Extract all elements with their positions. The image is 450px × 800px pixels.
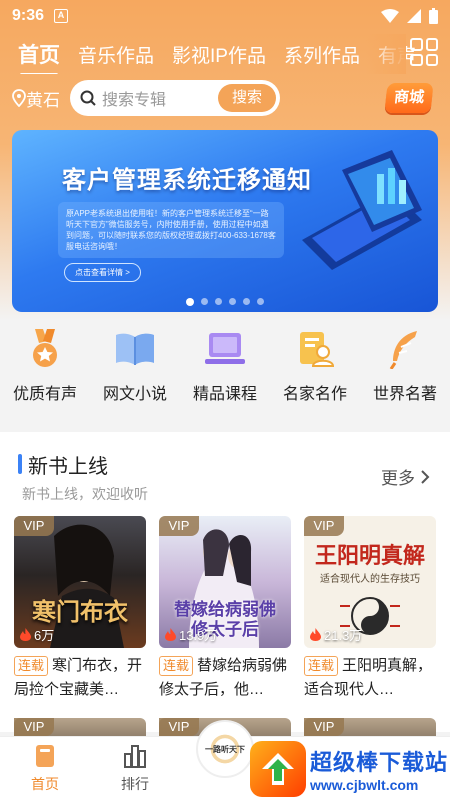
category-world-classics[interactable]: 世界名著 bbox=[362, 328, 448, 412]
search-icon bbox=[80, 90, 96, 106]
status-time: 9:36 bbox=[12, 7, 45, 24]
wifi-icon bbox=[381, 9, 399, 23]
book-title-line: 连载 替嫁给病弱佛修太子后，他… bbox=[159, 654, 291, 702]
fire-icon bbox=[165, 628, 176, 641]
laptop-icon bbox=[204, 328, 246, 370]
category-label: 名家名作 bbox=[282, 386, 347, 403]
nav-home[interactable]: 首页 bbox=[0, 737, 90, 800]
location-label: 黄石 bbox=[26, 90, 60, 110]
watermark-url: www.cjbwlt.com bbox=[310, 777, 419, 793]
play-count-value: 6万 bbox=[34, 628, 55, 643]
site-watermark: 超级棒下载站 www.cjbwlt.com bbox=[250, 738, 450, 800]
banner-detail-button[interactable]: 点击查看详情 > bbox=[64, 263, 141, 282]
player-disc: 一路听天下 bbox=[200, 724, 250, 774]
location-selector[interactable]: 黄石 bbox=[12, 86, 60, 111]
nav-label: 首页 bbox=[31, 775, 59, 792]
vip-badge: VIP bbox=[14, 516, 54, 536]
pager-dot[interactable] bbox=[201, 298, 208, 305]
author-icon bbox=[294, 328, 336, 370]
category-web-novel[interactable]: 网文小说 bbox=[92, 328, 178, 412]
download-site-logo-icon bbox=[250, 741, 306, 797]
book-icon bbox=[114, 328, 156, 370]
new-books-section: 新书上线 新书上线，欢迎收听 更多 寒门布衣 VIP 6万 连载 寒门布衣，开局捡… bbox=[0, 432, 450, 732]
book-cover[interactable]: 寒门布衣 VIP 6万 bbox=[14, 516, 146, 648]
vip-badge: VIP bbox=[159, 718, 199, 736]
tab-home[interactable]: 首页 bbox=[18, 39, 60, 74]
book-title-line: 连载 寒门布衣，开局捡个宝藏美… bbox=[14, 654, 146, 702]
book-title-line: 连载 王阳明真解，适合现代人… bbox=[304, 654, 436, 702]
vip-badge: VIP bbox=[304, 718, 344, 736]
section-accent-bar bbox=[18, 454, 22, 474]
battery-icon bbox=[429, 8, 438, 24]
nav-ranking[interactable]: 排行 bbox=[90, 737, 180, 800]
fire-icon bbox=[20, 628, 31, 641]
section-title: 新书上线 bbox=[28, 456, 108, 478]
book-card[interactable]: 王阳明真解 适合现代人的生存技巧 VIP 21.3万 连载 王阳明真解，适合现代人… bbox=[304, 516, 436, 702]
tabs-fade bbox=[366, 34, 406, 74]
vip-badge: VIP bbox=[304, 516, 344, 536]
watermark-title: 超级棒下载站 bbox=[310, 750, 449, 775]
ranking-icon bbox=[124, 744, 146, 768]
fire-icon bbox=[310, 628, 321, 641]
search-input[interactable]: 搜索专辑 搜索 bbox=[70, 80, 280, 116]
search-button[interactable]: 搜索 bbox=[218, 84, 276, 112]
play-count-value: 13.9万 bbox=[179, 628, 218, 643]
app-notification-icon: A bbox=[54, 9, 69, 23]
category-quality-audio[interactable]: 优质有声 bbox=[2, 328, 88, 412]
all-categories-icon[interactable] bbox=[410, 38, 438, 66]
search-row: 黄石 搜索专辑 搜索 商城 bbox=[0, 78, 450, 118]
banner-pager bbox=[12, 298, 438, 306]
book-cover[interactable]: 王阳明真解 适合现代人的生存技巧 VIP 21.3万 bbox=[304, 516, 436, 648]
vip-badge: VIP bbox=[159, 516, 199, 536]
tab-music[interactable]: 音乐作品 bbox=[78, 41, 154, 68]
serial-tag: 连载 bbox=[304, 656, 339, 676]
category-label: 优质有声 bbox=[12, 386, 77, 403]
home-icon bbox=[36, 744, 54, 767]
pager-dot[interactable] bbox=[243, 298, 250, 305]
search-placeholder: 搜索专辑 bbox=[102, 92, 167, 109]
cover-title: 寒门布衣 bbox=[32, 599, 128, 626]
pager-dot[interactable] bbox=[186, 298, 194, 306]
tab-film-ip[interactable]: 影视IP作品 bbox=[172, 41, 266, 68]
tab-series[interactable]: 系列作品 bbox=[284, 41, 360, 68]
location-pin-icon bbox=[12, 89, 26, 107]
mall-button[interactable]: 商城 bbox=[384, 83, 434, 113]
feather-icon bbox=[384, 328, 426, 370]
category-grid: 优质有声 网文小说 精品课程 名家名作 世界名著 bbox=[0, 328, 450, 412]
pager-dot[interactable] bbox=[215, 298, 222, 305]
serial-tag: 连载 bbox=[159, 656, 194, 676]
category-label: 精品课程 bbox=[192, 386, 257, 403]
chevron-right-icon bbox=[421, 469, 430, 484]
play-count: 13.9万 bbox=[165, 625, 217, 644]
play-count: 21.3万 bbox=[310, 625, 362, 644]
serial-tag: 连载 bbox=[14, 656, 49, 676]
category-masterworks[interactable]: 名家名作 bbox=[272, 328, 358, 412]
player-disc-button[interactable]: 一路听天下 bbox=[196, 720, 254, 778]
banner-body: 原APP老系统退出使用啦！新的客户管理系统迁移至“一路听天下官方”微信服务号，内… bbox=[58, 202, 284, 258]
promo-banner[interactable]: 客户管理系统迁移通知 原APP老系统退出使用啦！新的客户管理系统迁移至“一路听天… bbox=[12, 130, 438, 312]
book-cover[interactable]: 替嫁给病弱佛修太子后 VIP 13.9万 bbox=[159, 516, 291, 648]
category-courses[interactable]: 精品课程 bbox=[182, 328, 268, 412]
section-subtitle: 新书上线，欢迎收听 bbox=[22, 486, 148, 502]
more-link[interactable]: 更多 bbox=[381, 464, 430, 489]
pager-dot[interactable] bbox=[229, 298, 236, 305]
book-list: 寒门布衣 VIP 6万 连载寒门布衣，开局捡个宝藏美… 替嫁给病弱佛修太子后 bbox=[14, 516, 436, 702]
book-card[interactable]: 寒门布衣 VIP 6万 连载 寒门布衣，开局捡个宝藏美… bbox=[14, 516, 146, 702]
vip-badge: VIP bbox=[14, 718, 54, 736]
signal-icon bbox=[407, 9, 421, 23]
category-label: 世界名著 bbox=[372, 386, 437, 403]
banner-title: 客户管理系统迁移通知 bbox=[62, 167, 312, 194]
play-count: 6万 bbox=[20, 625, 54, 644]
pager-dot[interactable] bbox=[257, 298, 264, 305]
nav-label: 排行 bbox=[121, 775, 149, 792]
play-count-value: 21.3万 bbox=[324, 628, 363, 643]
book-card[interactable]: 替嫁给病弱佛修太子后 VIP 13.9万 连载 替嫁给病弱佛修太子后，他… bbox=[159, 516, 291, 702]
status-bar: 9:36 A bbox=[0, 0, 450, 32]
medal-icon bbox=[24, 328, 66, 370]
category-label: 网文小说 bbox=[102, 386, 167, 403]
more-label: 更多 bbox=[381, 469, 415, 488]
